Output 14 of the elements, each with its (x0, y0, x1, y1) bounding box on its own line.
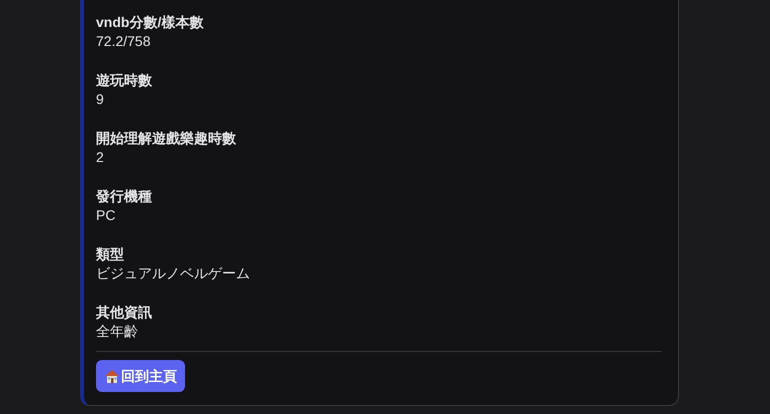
field-value: 9 (96, 90, 104, 109)
field-label: 發行機種 (96, 187, 152, 206)
field-value: ビジュアルノベルゲーム (96, 264, 250, 283)
field-value: 2 (96, 148, 104, 167)
field-value: 全年齡 (96, 322, 138, 341)
field-value: PC (96, 206, 116, 225)
field-label: 遊玩時數 (96, 71, 152, 90)
home-button[interactable]: 回到主頁 (96, 360, 185, 392)
field-value: 72.2/758 (96, 32, 150, 51)
field-label: 其他資訊 (96, 303, 152, 322)
field-label: 開始理解遊戲樂趣時數 (96, 129, 236, 148)
house-icon (104, 368, 120, 384)
field-label: vndb分數/樣本數 (96, 13, 204, 32)
field-label: 類型 (96, 245, 124, 264)
